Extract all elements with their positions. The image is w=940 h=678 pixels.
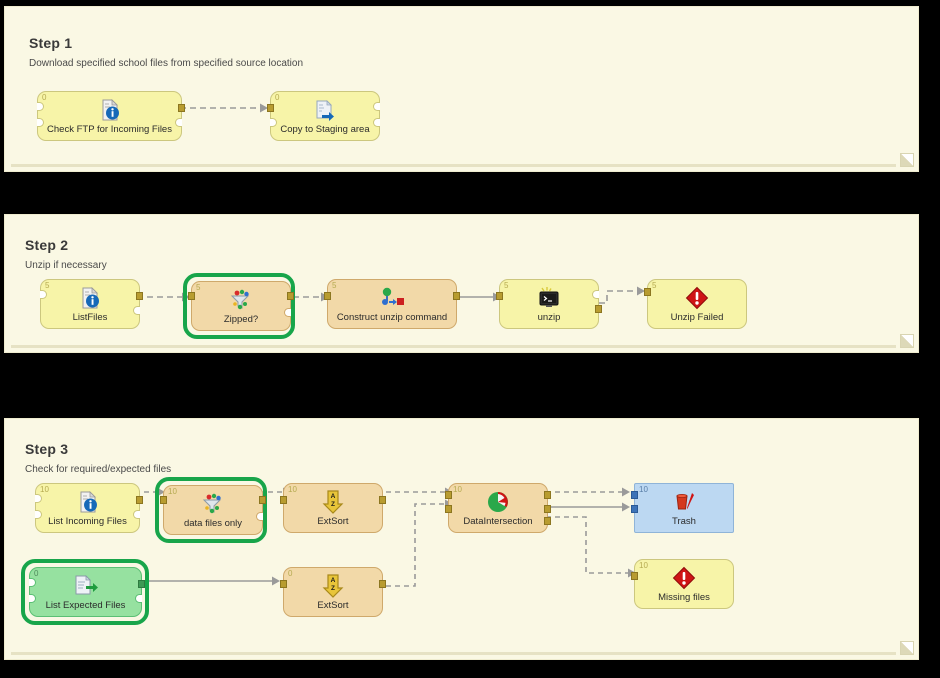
node-label: Construct unzip command bbox=[336, 312, 448, 323]
row-filter-icon bbox=[192, 287, 290, 313]
node-construct-unzip[interactable]: 5 Construct unzip command bbox=[324, 279, 460, 329]
terminal-icon bbox=[500, 285, 598, 311]
sort-az-arrow-icon: A Z bbox=[284, 573, 382, 599]
panel-resize-corner[interactable] bbox=[900, 334, 914, 348]
file-info-icon bbox=[38, 97, 181, 123]
node-copy-staging[interactable]: 0 Copy to Staging area bbox=[267, 91, 380, 141]
node-label: ExtSort bbox=[317, 600, 349, 611]
node-list-incoming-files[interactable]: 10 List Incoming Files bbox=[35, 483, 143, 533]
node-missing-files[interactable]: 10 Missing files bbox=[631, 559, 734, 609]
workflow-canvas: Step 1 Download specified school files f… bbox=[0, 0, 940, 678]
step-panel-3[interactable]: Step 3 Check for required/expected files bbox=[4, 418, 919, 660]
node-label: Zipped? bbox=[223, 314, 259, 325]
svg-text:Z: Z bbox=[331, 585, 335, 592]
step-1-subtitle: Download specified school files from spe… bbox=[29, 58, 304, 69]
step-panel-2[interactable]: Step 2 Unzip if necessary 5 ListFiles 5 … bbox=[4, 214, 919, 353]
node-label: ListFiles bbox=[72, 312, 108, 323]
file-copy-arrow-icon bbox=[271, 97, 379, 123]
step-3-subtitle: Check for required/expected files bbox=[25, 464, 172, 475]
node-label: List Expected Files bbox=[45, 600, 126, 611]
node-label: ExtSort bbox=[317, 516, 349, 527]
trash-icon bbox=[635, 489, 733, 515]
connector-check-ftp-to-copy-staging bbox=[180, 101, 275, 115]
node-zipped[interactable]: 5 Zipped? bbox=[188, 281, 294, 331]
svg-text:A: A bbox=[331, 577, 336, 584]
step-2-subtitle: Unzip if necessary bbox=[25, 260, 107, 271]
sort-az-arrow-icon: A Z bbox=[284, 489, 382, 515]
node-label: unzip bbox=[537, 312, 561, 323]
connector-list-expected-to-extsort-bottom bbox=[142, 574, 292, 588]
node-trash[interactable]: 10 Trash bbox=[631, 483, 734, 533]
step-3-title: Step 3 bbox=[25, 441, 69, 457]
node-label: Missing files bbox=[658, 592, 710, 603]
step-1-title: Step 1 bbox=[29, 35, 73, 51]
svg-text:Z: Z bbox=[331, 501, 335, 508]
list-export-icon bbox=[30, 573, 141, 599]
red-alert-diamond-icon bbox=[635, 565, 733, 591]
node-unzip-failed[interactable]: 5 Unzip Failed bbox=[644, 279, 747, 329]
node-label: Trash bbox=[672, 516, 696, 527]
panel-resize-corner[interactable] bbox=[900, 641, 914, 655]
file-info-icon bbox=[36, 489, 139, 515]
connector-dataintersection-to-trash-dashed bbox=[546, 485, 641, 499]
node-label: Copy to Staging area bbox=[280, 124, 370, 135]
step-2-title: Step 2 bbox=[25, 237, 69, 253]
node-listfiles[interactable]: 5 ListFiles bbox=[40, 279, 143, 329]
svg-text:A: A bbox=[331, 493, 336, 500]
node-label: DataIntersection bbox=[463, 516, 533, 527]
node-label: data files only bbox=[183, 518, 243, 529]
red-alert-diamond-icon bbox=[648, 285, 746, 311]
node-label: Check FTP for Incoming Files bbox=[47, 124, 172, 135]
node-extsort-top[interactable]: 10 A Z ExtSort bbox=[280, 483, 386, 533]
intersection-pie-icon bbox=[449, 489, 547, 515]
node-data-files-only[interactable]: 10 data files only bbox=[160, 485, 266, 535]
row-filter-icon bbox=[164, 491, 262, 517]
file-info-icon bbox=[41, 285, 139, 311]
node-unzip[interactable]: 5 unzip bbox=[496, 279, 602, 329]
panel-resize-corner[interactable] bbox=[900, 153, 914, 167]
node-check-ftp[interactable]: 0 Check FTP for Incoming Files bbox=[37, 91, 185, 141]
node-label: Unzip Failed bbox=[670, 312, 724, 323]
node-extsort-bottom[interactable]: 0 A Z ExtSort bbox=[280, 567, 386, 617]
node-label: List Incoming Files bbox=[48, 516, 127, 527]
node-dataintersection[interactable]: 10 DataIntersection bbox=[445, 483, 551, 533]
output-port-3[interactable] bbox=[544, 517, 551, 525]
string-manip-icon bbox=[328, 285, 456, 311]
node-list-expected-files[interactable]: 0 List Expected Files bbox=[29, 567, 145, 617]
step-panel-1[interactable]: Step 1 Download specified school files f… bbox=[4, 6, 919, 172]
